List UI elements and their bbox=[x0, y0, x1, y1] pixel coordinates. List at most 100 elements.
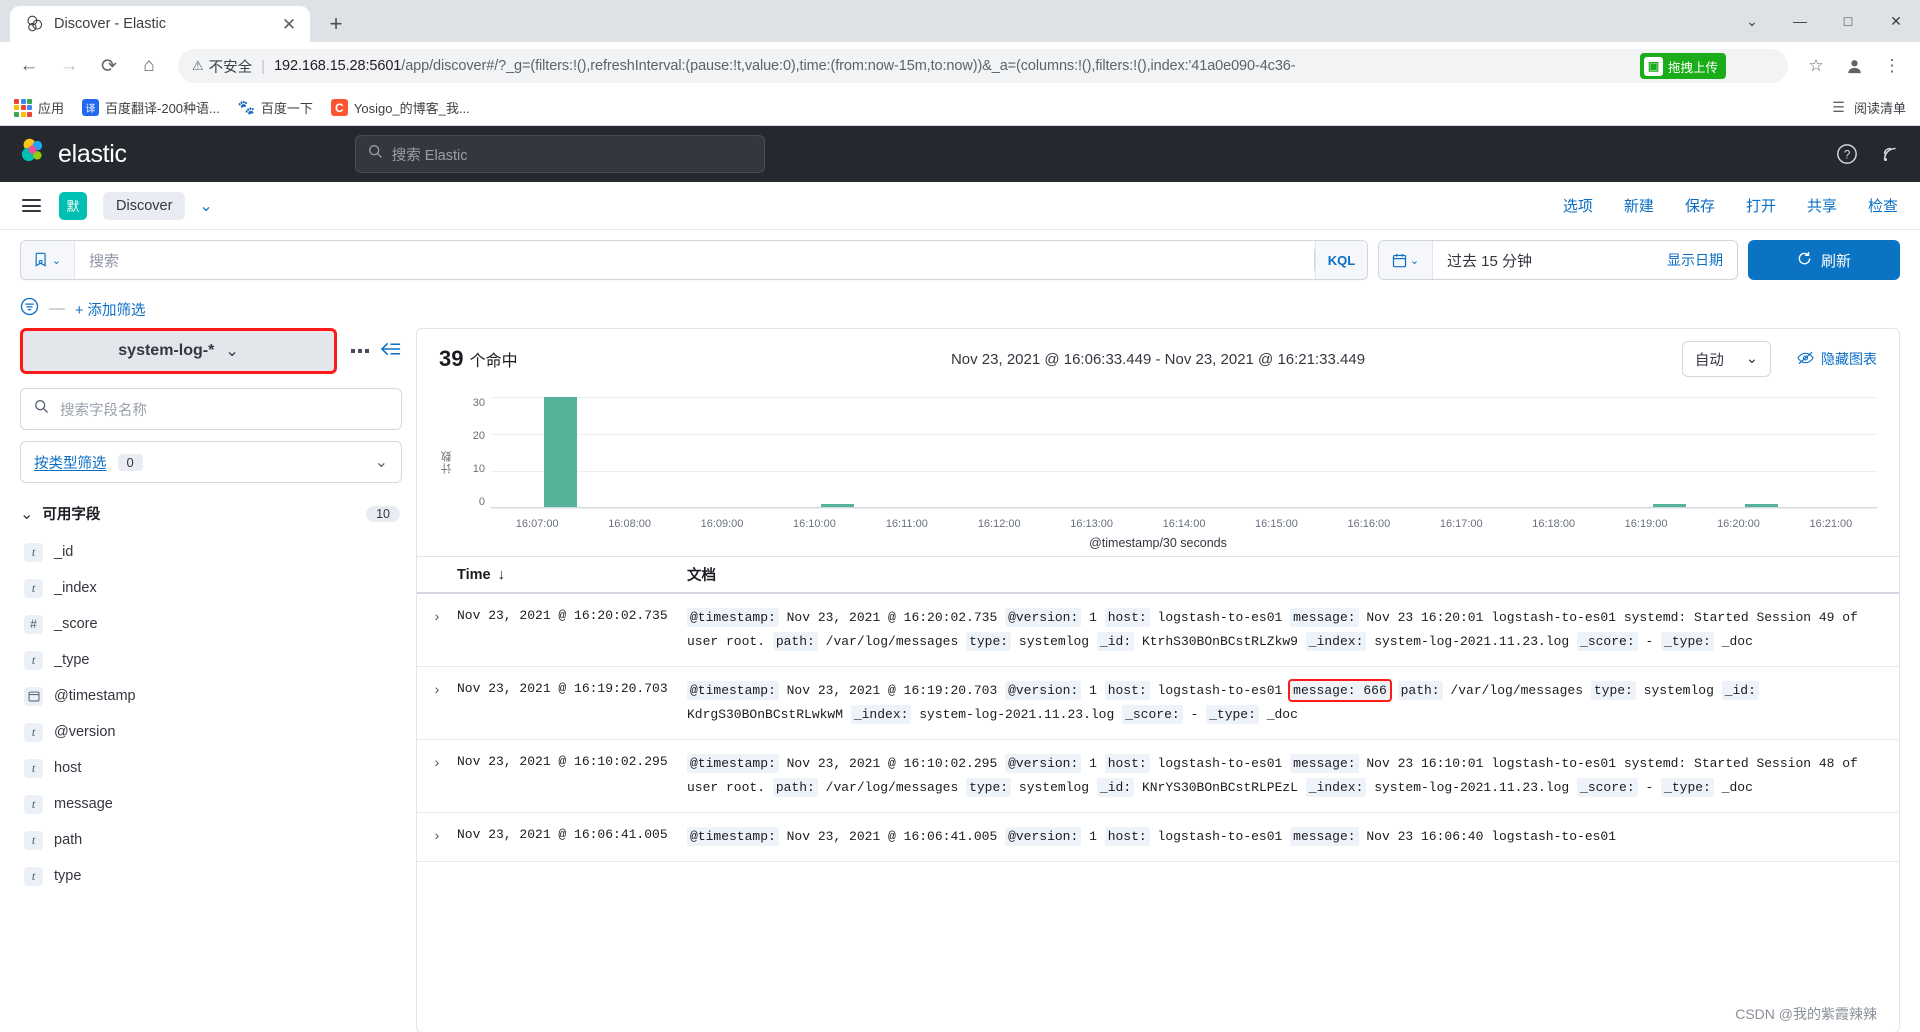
chart-bar-slot[interactable] bbox=[1507, 397, 1553, 508]
documents-table-body[interactable]: › Nov 23, 2021 @ 16:20:02.735 @timestamp: … bbox=[417, 594, 1899, 1032]
expand-row-icon[interactable]: › bbox=[417, 606, 457, 654]
address-bar[interactable]: ⚠ 不安全 | 192.168.15.28:5601/app/discover#… bbox=[178, 49, 1788, 83]
nav-save[interactable]: 保存 bbox=[1685, 195, 1715, 216]
interval-select[interactable]: 自动 ⌄ bbox=[1681, 341, 1771, 377]
chart-bar-slot[interactable] bbox=[491, 397, 537, 508]
field-item[interactable]: t host bbox=[20, 750, 402, 786]
field-search-input[interactable]: 搜索字段名称 bbox=[20, 388, 402, 430]
chart-bar-slot[interactable] bbox=[1369, 397, 1415, 508]
chart-bar-slot[interactable] bbox=[1323, 397, 1369, 508]
chart-bar-slot[interactable] bbox=[676, 397, 722, 508]
field-item[interactable]: # _score bbox=[20, 606, 402, 642]
chart-bar-slot[interactable] bbox=[907, 397, 953, 508]
news-feed-icon[interactable] bbox=[1880, 143, 1902, 165]
chart-bar[interactable] bbox=[543, 397, 577, 508]
chart-bar-slot[interactable] bbox=[1045, 397, 1091, 508]
bookmark-baidu-translate[interactable]: 译 百度翻译-200种语... bbox=[82, 98, 220, 117]
reading-list-label[interactable]: 阅读清单 bbox=[1854, 98, 1906, 117]
chart-bar-slot[interactable] bbox=[999, 397, 1045, 508]
chart-bar-slot[interactable] bbox=[537, 397, 583, 508]
chart-bar-slot[interactable] bbox=[814, 397, 860, 508]
chart-bar-slot[interactable] bbox=[1230, 397, 1276, 508]
field-item[interactable]: t path bbox=[20, 822, 402, 858]
bookmark-csdn[interactable]: C Yosigo_的博客_我... bbox=[330, 98, 470, 117]
nav-inspect[interactable]: 检查 bbox=[1868, 195, 1898, 216]
expand-row-icon[interactable]: › bbox=[417, 752, 457, 800]
query-box[interactable]: ⌄ 搜索 KQL bbox=[20, 240, 1368, 280]
chart-bar-slot[interactable] bbox=[1461, 397, 1507, 508]
time-range-value[interactable]: 过去 15 分钟 bbox=[1433, 250, 1653, 271]
nav-options[interactable]: 选项 bbox=[1563, 195, 1593, 216]
bookmark-star-icon[interactable]: ☆ bbox=[1800, 50, 1832, 82]
back-icon[interactable]: ← bbox=[12, 49, 46, 83]
chart-bar-slot[interactable] bbox=[1138, 397, 1184, 508]
show-dates-button[interactable]: 显示日期 bbox=[1653, 250, 1737, 270]
query-language-button[interactable]: KQL bbox=[1315, 241, 1367, 279]
search-input[interactable]: 搜索 bbox=[75, 250, 1314, 271]
home-icon[interactable]: ⌂ bbox=[132, 49, 166, 83]
insecure-warning[interactable]: ⚠ 不安全 bbox=[192, 56, 252, 77]
field-item[interactable]: t type bbox=[20, 858, 402, 894]
chart-bar-slot[interactable] bbox=[1785, 397, 1831, 508]
time-picker[interactable]: ⌄ 过去 15 分钟 显示日期 bbox=[1378, 240, 1738, 280]
bookmark-apps[interactable]: 应用 bbox=[14, 98, 64, 117]
refresh-button[interactable]: 刷新 bbox=[1748, 240, 1900, 280]
chart-bar-slot[interactable] bbox=[1554, 397, 1600, 508]
type-filter-button[interactable]: 按类型筛选 0 ⌄ bbox=[20, 441, 402, 483]
chart-bar-slot[interactable] bbox=[861, 397, 907, 508]
table-row[interactable]: › Nov 23, 2021 @ 16:19:20.703 @timestamp: … bbox=[417, 667, 1899, 740]
expand-row-icon[interactable]: › bbox=[417, 679, 457, 727]
chart-bar-slot[interactable] bbox=[1692, 397, 1738, 508]
time-column-header[interactable]: Time ↓ bbox=[457, 567, 687, 583]
chart-bar-slot[interactable] bbox=[1276, 397, 1322, 508]
space-badge[interactable]: 默 bbox=[59, 191, 87, 220]
menu-burger-icon[interactable] bbox=[22, 199, 41, 212]
breadcrumb[interactable]: Discover bbox=[103, 191, 186, 220]
field-item[interactable]: t _id bbox=[20, 534, 402, 570]
new-tab-button[interactable]: + bbox=[320, 8, 352, 40]
field-item[interactable]: @timestamp bbox=[20, 678, 402, 714]
chart-bar-slot[interactable] bbox=[1184, 397, 1230, 508]
nav-new[interactable]: 新建 bbox=[1624, 195, 1654, 216]
upload-badge[interactable]: ▣ 拖拽上传 bbox=[1639, 53, 1726, 79]
available-fields-header[interactable]: ⌄ 可用字段 10 bbox=[20, 499, 402, 528]
window-more-icon[interactable]: ⌄ bbox=[1728, 0, 1776, 42]
browser-tab[interactable]: Discover - Elastic ✕ bbox=[10, 6, 310, 42]
nav-share[interactable]: 共享 bbox=[1807, 195, 1837, 216]
chart-bar-slot[interactable] bbox=[1831, 397, 1877, 508]
index-pattern-more-icon[interactable] bbox=[351, 349, 369, 353]
field-item[interactable]: t _type bbox=[20, 642, 402, 678]
hide-chart-button[interactable]: 隐藏图表 bbox=[1797, 349, 1877, 369]
bookmark-baidu[interactable]: 🐾 百度一下 bbox=[238, 98, 313, 117]
global-search-input[interactable]: 搜索 Elastic bbox=[354, 135, 765, 173]
chart-bar-slot[interactable] bbox=[1646, 397, 1692, 508]
collapse-sidebar-icon[interactable] bbox=[380, 341, 402, 362]
chart-bar-slot[interactable] bbox=[722, 397, 768, 508]
add-filter-button[interactable]: + 添加筛选 bbox=[75, 299, 146, 320]
table-row[interactable]: › Nov 23, 2021 @ 16:20:02.735 @timestamp: … bbox=[417, 594, 1899, 667]
forward-icon[interactable]: → bbox=[52, 49, 86, 83]
table-row[interactable]: › Nov 23, 2021 @ 16:06:41.005 @timestamp: … bbox=[417, 813, 1899, 862]
window-close-icon[interactable]: ✕ bbox=[1872, 0, 1920, 42]
chart-bar-slot[interactable] bbox=[1092, 397, 1138, 508]
browser-menu-icon[interactable]: ⋮ bbox=[1876, 50, 1908, 82]
reload-icon[interactable]: ⟳ bbox=[92, 49, 126, 83]
chart-bar-slot[interactable] bbox=[1415, 397, 1461, 508]
elastic-logo[interactable]: elastic bbox=[18, 137, 127, 171]
nav-open[interactable]: 打开 bbox=[1746, 195, 1776, 216]
field-item[interactable]: t _index bbox=[20, 570, 402, 606]
index-pattern-selector[interactable]: system-log-* ⌄ bbox=[20, 328, 337, 374]
chart-bar-slot[interactable] bbox=[1600, 397, 1646, 508]
chevron-down-icon[interactable]: ⌄ bbox=[199, 196, 212, 216]
field-item[interactable]: t @version bbox=[20, 714, 402, 750]
chart-bar-slot[interactable] bbox=[583, 397, 629, 508]
profile-avatar-icon[interactable] bbox=[1838, 50, 1870, 82]
window-maximize-icon[interactable]: □ bbox=[1824, 0, 1872, 42]
expand-row-icon[interactable]: › bbox=[417, 825, 457, 849]
chart-bar-slot[interactable] bbox=[1738, 397, 1784, 508]
window-minimize-icon[interactable]: — bbox=[1776, 0, 1824, 42]
field-item[interactable]: t message bbox=[20, 786, 402, 822]
close-tab-icon[interactable]: ✕ bbox=[278, 13, 300, 35]
histogram-chart[interactable]: 计数 30 20 10 0 16:07:00 16:08:00 16:09:00 16… bbox=[417, 389, 1899, 534]
help-icon[interactable]: ? bbox=[1836, 143, 1858, 165]
